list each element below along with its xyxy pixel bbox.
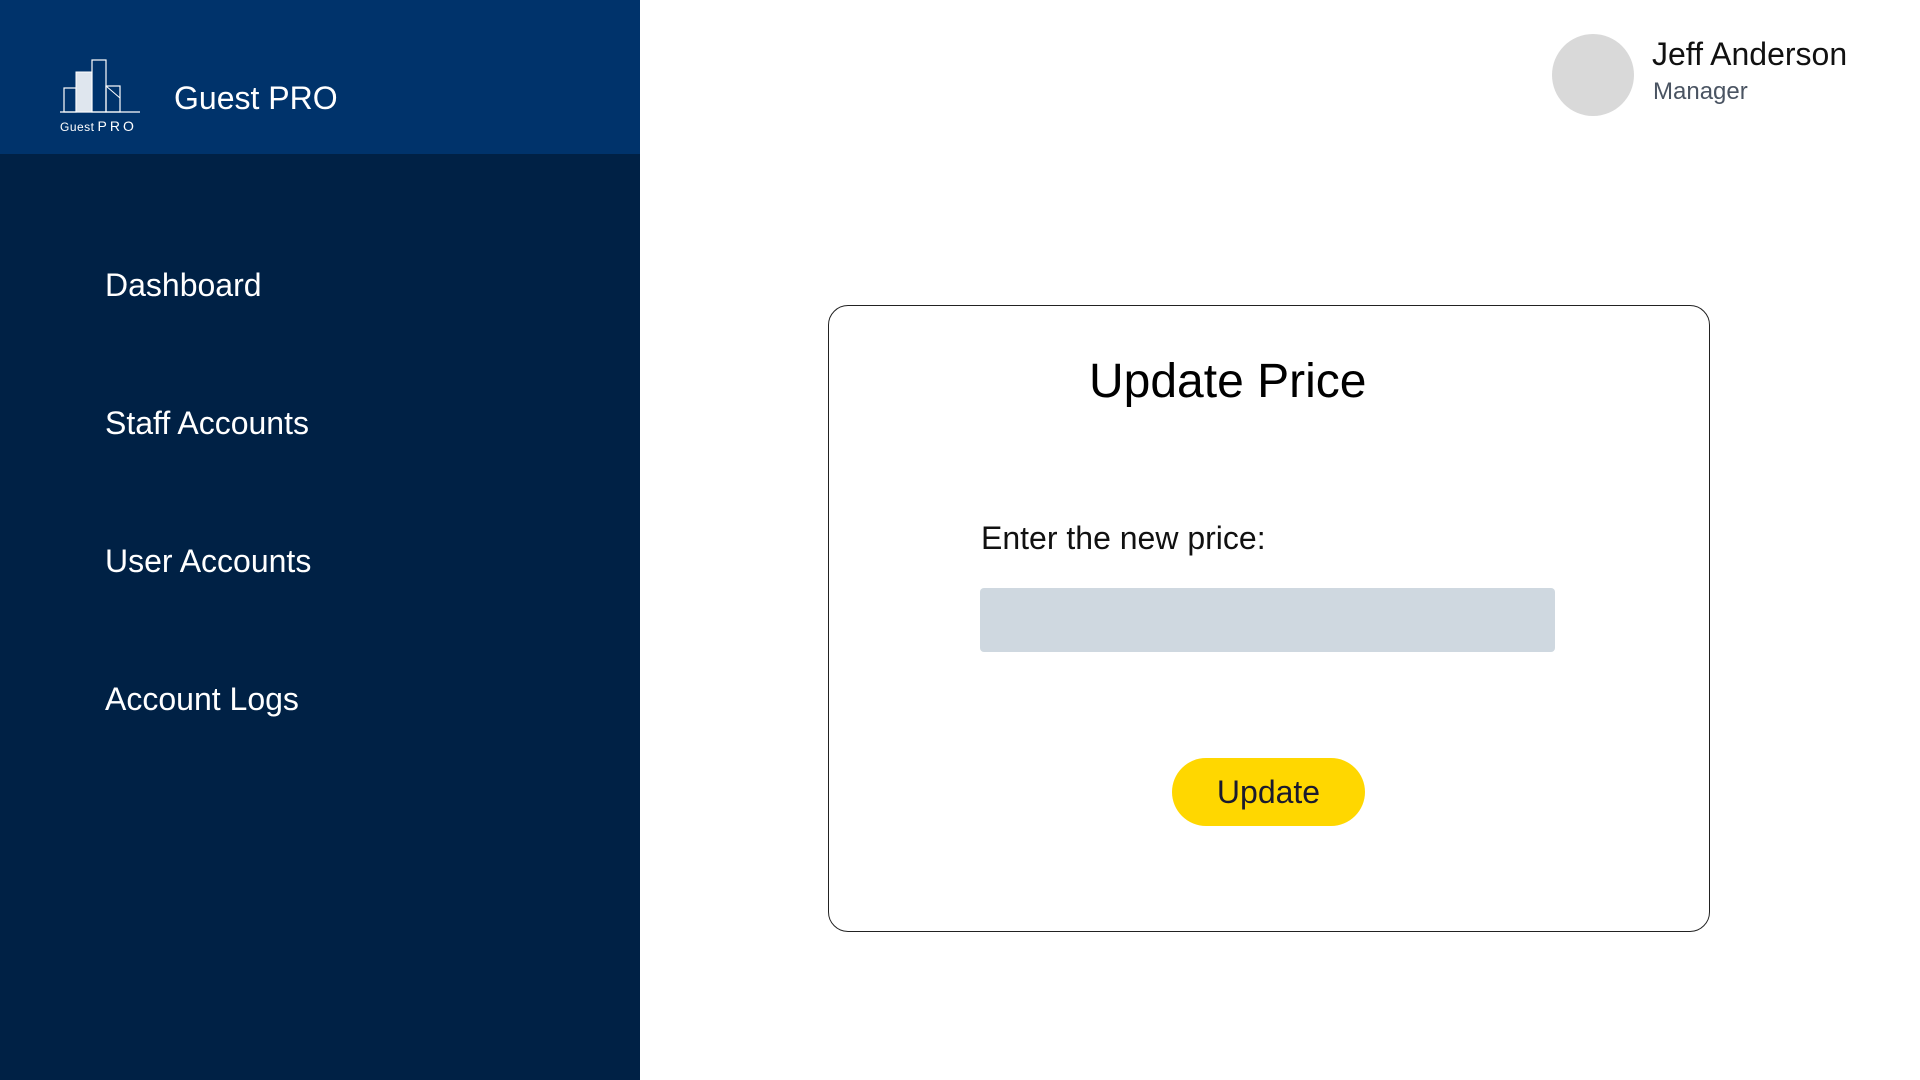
price-input[interactable] [980, 588, 1555, 652]
update-button[interactable]: Update [1172, 758, 1365, 826]
logo-text-guest: Guest [60, 120, 95, 134]
sidebar-item-dashboard[interactable]: Dashboard [105, 265, 262, 305]
logo-wordmark: Guest PRO [60, 118, 137, 134]
update-price-card: Update Price Enter the new price: Update [828, 305, 1710, 932]
user-name: Jeff Anderson [1652, 36, 1848, 72]
sidebar-item-user-accounts[interactable]: User Accounts [105, 541, 311, 581]
app-root: Guest PRO Guest PRO Dashboard Staff Accou… [0, 0, 1920, 1080]
brand-bar: Guest PRO Guest PRO [0, 0, 640, 154]
sidebar-item-staff-accounts[interactable]: Staff Accounts [105, 403, 309, 443]
buildings-logo-icon: Guest PRO [58, 58, 142, 134]
sidebar-item-account-logs[interactable]: Account Logs [105, 679, 299, 719]
user-profile[interactable]: Jeff Anderson Manager [1520, 0, 1920, 130]
app-title: Guest PRO [174, 80, 338, 116]
sidebar: Guest PRO Guest PRO Dashboard Staff Accou… [0, 0, 640, 1080]
user-role: Manager [1653, 78, 1748, 105]
price-field-label: Enter the new price: [981, 520, 1266, 556]
avatar[interactable] [1552, 34, 1634, 116]
card-title: Update Price [1089, 355, 1367, 408]
logo-text-pro: PRO [97, 118, 137, 134]
